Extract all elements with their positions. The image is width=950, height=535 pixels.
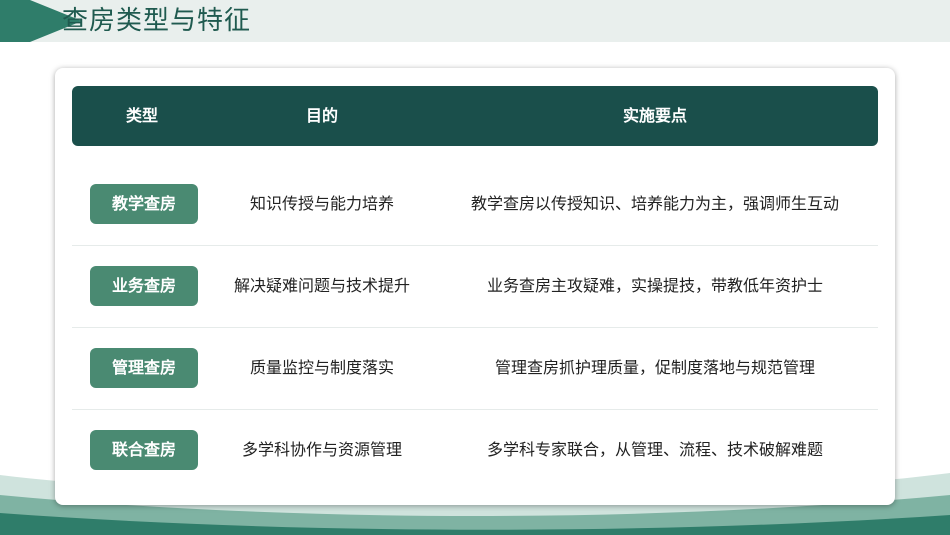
purpose-cell: 多学科协作与资源管理	[241, 440, 402, 459]
key-points-cell: 多学科专家联合，从管理、流程、技术破解难题	[486, 440, 823, 459]
table-row: 管理查房 质量监控与制度落实 管理查房抓护理质量，促制度落地与规范管理	[72, 327, 878, 409]
type-badge: 管理查房	[90, 348, 198, 388]
purpose-cell: 知识传授与能力培养	[249, 194, 394, 213]
key-points-cell: 教学查房以传授知识、培养能力为主，强调师生互动	[470, 194, 839, 213]
type-badge: 联合查房	[90, 430, 198, 470]
table-header: 类型 目的 实施要点	[72, 86, 878, 146]
type-badge: 教学查房	[90, 184, 198, 224]
header-accent	[0, 0, 30, 42]
key-points-cell: 管理查房抓护理质量，促制度落地与规范管理	[494, 358, 815, 377]
content-card: 类型 目的 实施要点 教学查房 知识传授与能力培养 教学查房以传授知识、培养能力…	[55, 68, 895, 505]
purpose-cell: 解决疑难问题与技术提升	[233, 276, 410, 295]
page-title: 查房类型与特征	[62, 6, 252, 36]
column-header-type: 类型	[125, 106, 158, 125]
purpose-cell: 质量监控与制度落实	[249, 358, 394, 377]
table-row: 业务查房 解决疑难问题与技术提升 业务查房主攻疑难，实操提技，带教低年资护士	[72, 245, 878, 327]
table-row: 教学查房 知识传授与能力培养 教学查房以传授知识、培养能力为主，强调师生互动	[72, 163, 878, 245]
column-header-purpose: 目的	[305, 106, 338, 125]
key-points-cell: 业务查房主攻疑难，实操提技，带教低年资护士	[486, 276, 823, 295]
table-row: 联合查房 多学科协作与资源管理 多学科专家联合，从管理、流程、技术破解难题	[72, 409, 878, 491]
column-header-key-points: 实施要点	[622, 106, 687, 125]
type-badge: 业务查房	[90, 266, 198, 306]
